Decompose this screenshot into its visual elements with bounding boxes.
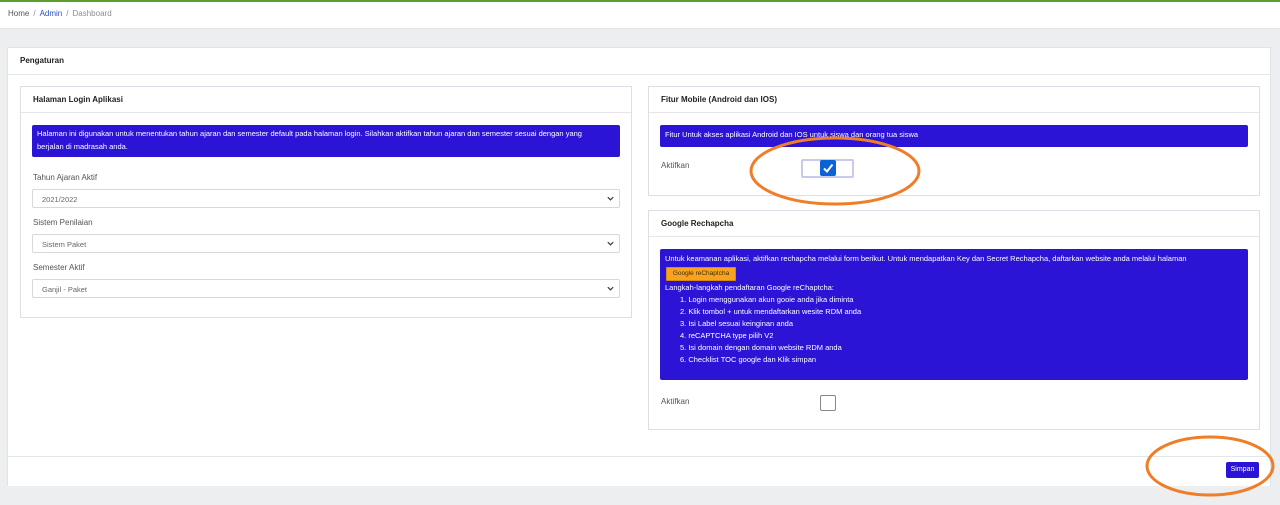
- year-label: Tahun Ajaran Aktif: [33, 173, 98, 182]
- settings-card-footer: [8, 456, 1270, 486]
- login-page-panel: Halaman Login Aplikasi Halaman ini digun…: [20, 86, 632, 318]
- breadcrumb-admin[interactable]: Admin: [40, 9, 63, 18]
- login-info-line: berjalan di madrasah anda.: [37, 141, 128, 151]
- mobile-panel-title: Fitur Mobile (Android dan IOS): [649, 87, 1259, 113]
- breadcrumb-separator: /: [33, 9, 36, 18]
- semester-select[interactable]: Ganjil - Paket: [32, 279, 620, 298]
- list-item: 6. Checklist TOC google dan Klik simpan: [680, 355, 817, 364]
- settings-card: Pengaturan Halaman Login Aplikasi Halama…: [7, 47, 1271, 486]
- year-select[interactable]: 2021/2022: [32, 189, 620, 208]
- google-recaptcha-button[interactable]: Google reChaptcha: [666, 267, 736, 281]
- recaptcha-info-text: Untuk keamanan aplikasi, aktifkan rechap…: [665, 254, 1187, 263]
- semester-select-value: Ganjil - Paket: [42, 285, 88, 294]
- breadcrumb-current: Dashboard: [72, 9, 112, 18]
- list-item: 2. Klik tombol + untuk mendaftarkan wesi…: [680, 307, 862, 316]
- list-item: 3. Isi Label sesuai keinginan anda: [680, 319, 793, 328]
- annotation-circle: [749, 136, 921, 206]
- chevron-down-icon: [607, 241, 614, 246]
- login-info-line: Halaman ini digunakan untuk menentukan t…: [37, 129, 582, 138]
- recaptcha-info-box: Untuk keamanan aplikasi, aktifkan rechap…: [660, 249, 1248, 380]
- recaptcha-steps-title: Langkah-langkah pendaftaran Google reCha…: [665, 283, 834, 292]
- recaptcha-activate-label: Aktifkan: [661, 397, 690, 406]
- chevron-down-icon: [607, 286, 614, 291]
- list-item: 4. reCAPTCHA type pilih V2: [680, 331, 774, 340]
- grading-label: Sistem Penilaian: [33, 218, 93, 227]
- breadcrumb-separator: /: [66, 9, 69, 18]
- recaptcha-panel: Google Rechapcha Untuk keamanan aplikasi…: [648, 210, 1260, 430]
- login-info-box: Halaman ini digunakan untuk menentukan t…: [32, 125, 620, 157]
- mobile-feature-panel: Fitur Mobile (Android dan IOS) Fitur Unt…: [648, 86, 1260, 196]
- breadcrumb-home[interactable]: Home: [8, 9, 29, 18]
- login-panel-title: Halaman Login Aplikasi: [21, 87, 631, 113]
- list-item: 5. Isi domain dengan domain website RDM …: [680, 343, 842, 352]
- recaptcha-activate-checkbox[interactable]: [820, 395, 836, 411]
- annotation-circle: [1145, 435, 1275, 497]
- year-select-value: 2021/2022: [42, 195, 78, 204]
- chevron-down-icon: [607, 196, 614, 201]
- recaptcha-panel-title: Google Rechapcha: [649, 211, 1259, 237]
- grading-select-value: Sistem Paket: [42, 240, 87, 249]
- semester-label: Semester Aktif: [33, 263, 85, 272]
- grading-select[interactable]: Sistem Paket: [32, 234, 620, 253]
- mobile-activate-label: Aktifkan: [661, 161, 690, 170]
- settings-card-title: Pengaturan: [8, 48, 1270, 75]
- recaptcha-steps-list: 1. Login menggunakan akun gooie anda jik…: [680, 294, 861, 366]
- breadcrumb: Home / Admin / Dashboard: [0, 2, 1280, 29]
- list-item: 1. Login menggunakan akun gooie anda jik…: [680, 295, 854, 304]
